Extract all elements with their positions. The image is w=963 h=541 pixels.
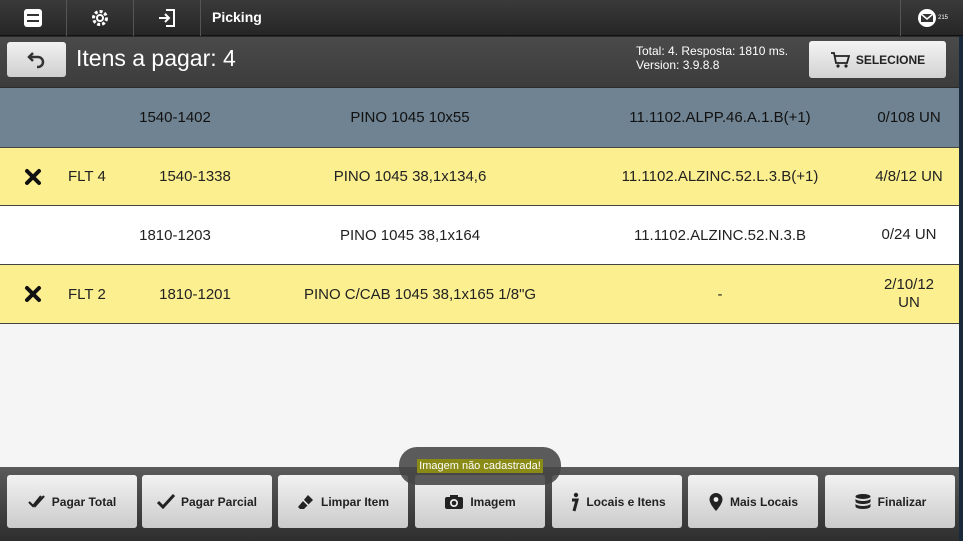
pagar-parcial-label: Pagar Parcial <box>180 494 258 509</box>
menu-icon <box>24 9 42 27</box>
back-button[interactable] <box>7 42 66 77</box>
remove-icon[interactable] <box>22 148 44 205</box>
item-location: 11.1102.ALZINC.52.L.3.B(+1) <box>621 168 819 185</box>
item-description: PINO 1045 10x55 <box>350 109 470 126</box>
item-quantity-line2: UN <box>898 294 920 311</box>
pagar-total-button[interactable]: Pagar Total <box>7 475 137 528</box>
toast-notification: Imagem não cadastrada! <box>399 447 561 485</box>
page-title: Itens a pagar: 4 <box>76 45 236 71</box>
list-item[interactable]: FLT 4 1540-1338 PINO 1045 38,1x134,6 11.… <box>0 148 963 206</box>
eraser-icon <box>297 494 313 509</box>
toast-message: Imagem não cadastrada! <box>417 459 543 473</box>
item-description: PINO 1045 38,1x134,6 <box>333 168 487 185</box>
item-code: 1540-1338 <box>159 168 231 185</box>
finalizar-button[interactable]: Finalizar <box>825 475 955 528</box>
messages-button[interactable]: 215 <box>900 0 963 36</box>
settings-button[interactable] <box>67 0 134 36</box>
item-location: - <box>717 285 723 303</box>
gear-icon <box>92 10 108 26</box>
check-icon <box>156 493 175 509</box>
item-flag: FLT 4 <box>68 168 106 185</box>
map-marker-icon <box>709 492 723 511</box>
item-location: 11.1102.ALZINC.52.N.3.B <box>633 226 807 244</box>
limpar-item-label: Limpar Item <box>320 494 389 509</box>
double-check-icon <box>27 494 45 508</box>
messages-count: 215 <box>937 15 948 21</box>
item-description: PINO C/CAB 1045 38,1x165 1/8"G <box>303 285 537 303</box>
item-code: 1810-1201 <box>159 285 231 303</box>
item-description: PINO 1045 38,1x164 <box>339 226 481 244</box>
sign-in-icon <box>159 9 175 27</box>
item-quantity: 0/24 UN <box>881 226 937 243</box>
mais-locais-button[interactable]: Mais Locais <box>688 475 818 528</box>
info-icon <box>572 492 580 511</box>
remove-icon[interactable] <box>22 265 44 323</box>
undo-icon <box>26 51 44 68</box>
finalizar-label: Finalizar <box>877 494 927 509</box>
item-location: 11.1102.ALPP.46.A.1.B(+1) <box>629 109 811 126</box>
status-info-line2: Version: 3.9.8.8 <box>636 58 720 72</box>
list-item[interactable]: 1540-1402 PINO 1045 10x55 11.1102.ALPP.4… <box>0 88 963 148</box>
menu-button[interactable] <box>0 0 67 36</box>
locais-itens-button[interactable]: Locais e Itens <box>552 475 682 528</box>
mais-locais-label: Mais Locais <box>729 494 799 509</box>
list-item[interactable]: FLT 2 1810-1201 PINO C/CAB 1045 38,1x165… <box>0 265 963 324</box>
camera-icon <box>445 494 464 509</box>
envelope-icon <box>917 9 936 27</box>
items-list: 1540-1402 PINO 1045 10x55 11.1102.ALPP.4… <box>0 88 963 467</box>
item-quantity: 4/8/12 UN <box>875 167 943 185</box>
item-quantity-line1: 2/10/12 <box>883 276 935 293</box>
header-bar: Itens a pagar: 4 Total: 4. Resposta: 181… <box>0 37 963 87</box>
imagem-label: Imagem <box>470 494 516 509</box>
item-code: 1540-1402 <box>139 109 211 126</box>
app-title: Picking <box>200 0 262 36</box>
pagar-total-label: Pagar Total <box>51 494 117 509</box>
top-bar: Picking 215 <box>0 0 963 36</box>
select-label: SELECIONE <box>855 52 926 67</box>
status-info-line1: Total: 4. Resposta: 1810 ms. <box>636 44 789 58</box>
locais-itens-label: Locais e Itens <box>586 494 666 509</box>
status-info: Total: 4. Resposta: 1810 ms. Version: 3.… <box>636 44 788 72</box>
window-edge <box>959 36 963 541</box>
item-quantity: 2/10/12 UN <box>855 265 963 323</box>
list-item[interactable]: 1810-1203 PINO 1045 38,1x164 11.1102.ALZ… <box>0 206 963 265</box>
select-button[interactable]: SELECIONE <box>809 41 946 78</box>
item-flag: FLT 2 <box>68 285 106 303</box>
logout-button[interactable] <box>134 0 201 36</box>
item-quantity: 0/108 UN <box>877 108 941 126</box>
item-code: 1810-1203 <box>139 226 211 244</box>
cart-icon <box>830 51 850 68</box>
pagar-parcial-button[interactable]: Pagar Parcial <box>142 475 272 528</box>
database-icon <box>855 493 871 509</box>
limpar-item-button[interactable]: Limpar Item <box>278 475 408 528</box>
